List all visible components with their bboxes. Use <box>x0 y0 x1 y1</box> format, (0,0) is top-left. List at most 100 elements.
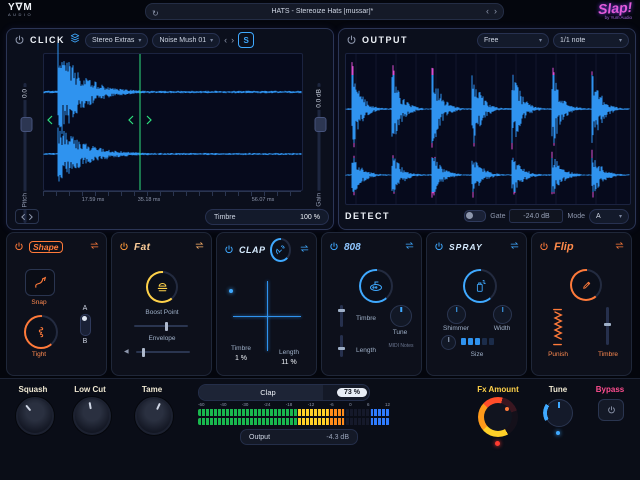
clap-length-value[interactable]: 11 % <box>269 359 309 366</box>
clap-reorder-icon[interactable] <box>299 241 310 259</box>
shape-reorder-icon[interactable] <box>89 238 100 256</box>
selected-module-display[interactable]: Clap 73 % <box>198 384 370 401</box>
gain-slider[interactable]: 0.0 dB Gain <box>309 83 329 223</box>
flip-power-button[interactable] <box>538 241 550 253</box>
solo-button[interactable]: S <box>238 32 254 48</box>
submarine-icon <box>368 278 384 294</box>
detect-label: DETECT <box>345 211 390 221</box>
layer-select[interactable]: Stereo Extras <box>85 33 148 48</box>
808-tune-knob[interactable] <box>390 305 412 327</box>
flip-reorder-icon[interactable] <box>614 238 625 256</box>
envelope-direction-icon[interactable]: ◀ <box>124 348 129 355</box>
squash-knob[interactable] <box>16 397 54 435</box>
size-segments[interactable] <box>461 338 494 345</box>
width-label: Width <box>477 325 527 332</box>
808-midi-notes-label[interactable]: MIDI Notes <box>384 343 418 350</box>
preset-browser[interactable]: HATS - Stereoize Hats [mussar]* ‹ › <box>145 3 504 20</box>
sync-select[interactable]: Free <box>477 33 549 48</box>
flip-timbre-slider[interactable] <box>606 307 609 345</box>
sample-next-button[interactable]: › <box>231 36 234 45</box>
click-header: CLICK Stereo Extras Noise Mush 01 ‹ › S <box>7 31 333 49</box>
flip-title: Flip <box>554 241 574 253</box>
note-select[interactable]: 1/1 note <box>553 33 629 48</box>
refresh-icon[interactable] <box>152 3 159 21</box>
spray-dial[interactable] <box>463 269 497 303</box>
output-level-control[interactable]: Output -4.3 dB <box>240 429 358 445</box>
click-waveform[interactable] <box>43 53 303 191</box>
squash-label: Squash <box>10 385 56 394</box>
808-timbre-handle[interactable] <box>338 309 345 312</box>
tune-label: Tune <box>540 385 576 394</box>
envelope-slider[interactable] <box>136 351 190 353</box>
flip-timbre-handle[interactable] <box>604 323 611 326</box>
lowcut-label: Low Cut <box>64 385 116 394</box>
width-knob[interactable] <box>493 305 512 324</box>
shape-power-button[interactable] <box>13 241 25 253</box>
808-tune-label: Tune <box>382 329 418 336</box>
spray-reorder-icon[interactable] <box>509 238 520 256</box>
pitch-slider[interactable]: 0.0 Pitch <box>15 83 35 223</box>
level-meter-right <box>198 418 390 425</box>
spray-power-button[interactable] <box>433 241 445 253</box>
scale-tick: -30 <box>242 402 249 407</box>
boost-point-handle[interactable] <box>165 322 168 331</box>
module-clap: Clap Timbre 1 % Length 11 % <box>216 232 317 376</box>
808-reorder-icon[interactable] <box>404 238 415 256</box>
boost-point-slider[interactable] <box>134 325 188 327</box>
tight-label: Tight <box>13 351 65 358</box>
fat-reorder-icon[interactable] <box>194 238 205 256</box>
clap-power-button[interactable] <box>223 244 235 256</box>
pitch-value: 0.0 <box>22 87 29 100</box>
scale-tick: -12 <box>308 402 315 407</box>
preset-next-button[interactable]: › <box>494 7 497 16</box>
808-dial[interactable] <box>359 269 393 303</box>
fat-power-button[interactable] <box>118 241 130 253</box>
layers-icon[interactable] <box>69 31 81 49</box>
spray-can-icon <box>473 279 487 293</box>
output-power-button[interactable] <box>345 34 358 47</box>
tight-knob[interactable] <box>24 315 58 349</box>
detect-toggle[interactable] <box>464 210 486 222</box>
preset-prev-button[interactable]: ‹ <box>486 7 489 16</box>
shape-title: Shape <box>29 241 63 253</box>
clap-dial[interactable] <box>270 238 292 262</box>
fx-amount-knob[interactable] <box>478 397 518 437</box>
808-timbre-slider[interactable] <box>340 305 343 327</box>
tame-knob[interactable] <box>135 397 173 435</box>
click-power-button[interactable] <box>13 34 26 47</box>
timbre-slider[interactable]: Timbre 100 % <box>205 209 329 225</box>
fat-boost-knob[interactable] <box>146 271 178 303</box>
808-length-slider[interactable] <box>340 335 343 357</box>
clap-timbre-label: Timbre <box>223 345 259 352</box>
clap-hands-icon <box>274 244 286 256</box>
sample-select-value: Noise Mush 01 <box>159 37 206 44</box>
time-ruler <box>43 191 301 196</box>
808-length-handle[interactable] <box>338 347 345 350</box>
ab-switch[interactable] <box>80 314 91 336</box>
meter-scale: -60 -40 -30 -24 -18 -12 -6 0 6 12 <box>198 402 390 407</box>
flip-dial[interactable] <box>570 269 602 301</box>
sample-prev-button[interactable]: ‹ <box>224 36 227 45</box>
shimmer-knob[interactable] <box>447 305 466 324</box>
gain-slider-handle[interactable] <box>314 117 326 132</box>
slap-logo: Slap! by Yum Audio <box>598 1 632 21</box>
expand-view-button[interactable] <box>15 209 39 224</box>
envelope-handle[interactable] <box>142 348 145 357</box>
sample-select[interactable]: Noise Mush 01 <box>152 33 220 48</box>
expand-icon <box>21 213 33 221</box>
preset-name[interactable]: HATS - Stereoize Hats [mussar]* <box>164 8 481 15</box>
snap-control[interactable] <box>25 269 55 296</box>
clap-xy-pad[interactable] <box>231 277 303 355</box>
xy-pad-horizontal-axis <box>233 316 301 317</box>
808-power-button[interactable] <box>328 241 340 253</box>
gate-value-field[interactable]: -24.0 dB <box>509 209 563 223</box>
mode-select[interactable]: A <box>589 209 629 224</box>
tune-knob[interactable] <box>545 399 573 427</box>
pitch-slider-handle[interactable] <box>20 117 32 132</box>
punish-spring-icon[interactable] <box>550 307 565 352</box>
q-knob[interactable] <box>441 335 456 350</box>
chevron-down-icon <box>210 37 213 44</box>
lowcut-knob[interactable] <box>73 397 111 435</box>
clap-timbre-value[interactable]: 1 % <box>223 355 259 362</box>
bypass-button[interactable] <box>598 399 624 421</box>
